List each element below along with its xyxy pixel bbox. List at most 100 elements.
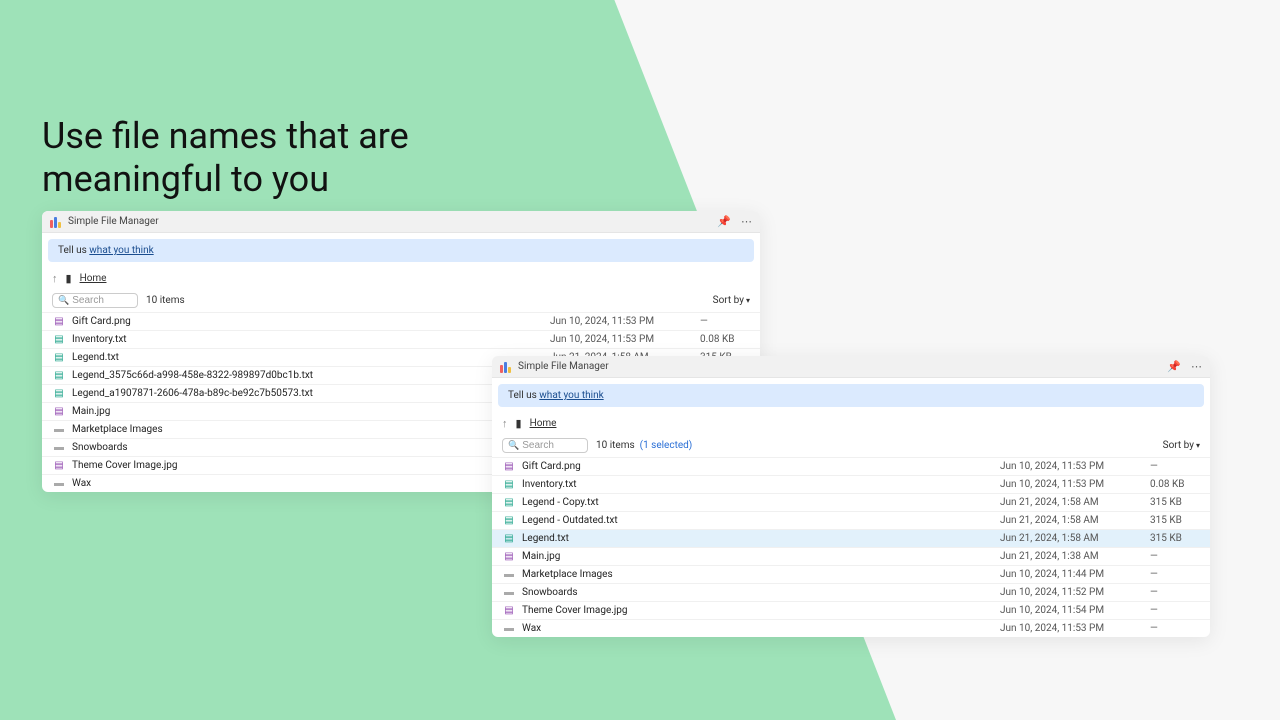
file-name: Marketplace Images <box>72 424 550 435</box>
file-type-icon: ▬ <box>52 424 66 435</box>
file-type-icon: ▤ <box>52 406 66 417</box>
file-name: Legend.txt <box>72 352 550 363</box>
file-type-icon: ▤ <box>52 388 66 399</box>
window-title: Simple File Manager <box>68 216 717 227</box>
file-date: Jun 10, 2024, 11:53 PM <box>550 316 700 327</box>
file-date: Jun 10, 2024, 11:53 PM <box>1000 479 1150 490</box>
file-name: Gift Card.png <box>522 461 1000 472</box>
file-name: Inventory.txt <box>522 479 1000 490</box>
file-type-icon: ▤ <box>502 497 516 508</box>
feedback-banner: Tell us what you think <box>48 239 754 262</box>
sort-by-dropdown[interactable]: Sort by▾ <box>713 295 750 306</box>
page-headline: Use file names that are meaningful to yo… <box>42 115 442 201</box>
breadcrumb-home[interactable]: Home <box>80 273 107 284</box>
search-input[interactable] <box>72 295 132 306</box>
sort-by-dropdown[interactable]: Sort by▾ <box>1163 440 1200 451</box>
file-date: Jun 10, 2024, 11:54 PM <box>1000 605 1150 616</box>
file-type-icon: ▬ <box>502 569 516 580</box>
folder-icon: ▮ <box>516 417 522 430</box>
feedback-prefix: Tell us <box>58 245 89 256</box>
more-icon[interactable]: ⋯ <box>1191 360 1202 373</box>
item-count: 10 items <box>146 295 185 306</box>
file-name: Legend - Outdated.txt <box>522 515 1000 526</box>
file-type-icon: ▤ <box>502 533 516 544</box>
item-count: 10 items (1 selected) <box>596 440 692 451</box>
pin-icon[interactable]: 📌 <box>1167 360 1181 373</box>
file-type-icon: ▤ <box>502 605 516 616</box>
breadcrumb-home[interactable]: Home <box>530 418 557 429</box>
file-type-icon: ▤ <box>502 551 516 562</box>
file-name: Legend_a1907871-2606-478a-b89c-be92c7b50… <box>72 388 550 399</box>
search-icon: 🔍 <box>508 441 519 451</box>
file-row[interactable]: ▤ Inventory.txtJun 10, 2024, 11:53 PM0.08… <box>492 475 1210 493</box>
file-list: ▤Gift Card.pngJun 10, 2024, 11:53 PM—▤In… <box>492 457 1210 637</box>
file-name: Main.jpg <box>72 406 550 417</box>
file-row[interactable]: ▤Gift Card.pngJun 10, 2024, 11:53 PM— <box>42 312 760 330</box>
search-box[interactable]: 🔍 <box>502 438 588 453</box>
window-titlebar: Simple File Manager 📌 ⋯ <box>42 211 760 233</box>
file-row[interactable]: ▬Marketplace ImagesJun 10, 2024, 11:44 P… <box>492 565 1210 583</box>
file-name: Snowboards <box>72 442 550 453</box>
file-date: Jun 21, 2024, 1:58 AM <box>1000 533 1150 544</box>
chevron-down-icon: ▾ <box>1196 441 1200 450</box>
file-row[interactable]: ▤Legend - Copy.txtJun 21, 2024, 1:58 AM3… <box>492 493 1210 511</box>
file-type-icon: ▤ <box>502 515 516 526</box>
file-row[interactable]: ▤Inventory.txtJun 10, 2024, 11:53 PM0.08… <box>42 330 760 348</box>
file-type-icon: ▬ <box>52 478 66 489</box>
file-size: — <box>1150 623 1200 634</box>
file-type-icon: ▤ <box>52 460 66 471</box>
file-name: Legend_3575c66d-a998-458e-8322-989897d0b… <box>72 370 550 381</box>
file-size: — <box>1150 587 1200 598</box>
file-size: 0.08 KB <box>1150 479 1200 490</box>
search-box[interactable]: 🔍 <box>52 293 138 308</box>
breadcrumb-bar: ↑ ▮ Home <box>492 413 1210 434</box>
search-icon: 🔍 <box>58 296 69 306</box>
file-date: Jun 21, 2024, 1:38 AM <box>1000 551 1150 562</box>
more-icon[interactable]: ⋯ <box>741 215 752 228</box>
file-type-icon: ▬ <box>502 587 516 598</box>
file-size: — <box>1150 569 1200 580</box>
breadcrumb-bar: ↑ ▮ Home <box>42 268 760 289</box>
file-date: Jun 21, 2024, 1:58 AM <box>1000 497 1150 508</box>
folder-icon: ▮ <box>66 272 72 285</box>
file-type-icon: ▤ <box>52 352 66 363</box>
file-manager-panel-after: Simple File Manager 📌 ⋯ Tell us what you… <box>492 356 1210 637</box>
file-type-icon: ▤ <box>502 479 516 490</box>
up-arrow-icon[interactable]: ↑ <box>502 417 508 430</box>
feedback-banner: Tell us what you think <box>498 384 1204 407</box>
search-input[interactable] <box>522 440 582 451</box>
feedback-link[interactable]: what you think <box>89 245 153 256</box>
pin-icon[interactable]: 📌 <box>717 215 731 228</box>
feedback-prefix: Tell us <box>508 390 539 401</box>
file-name: Wax <box>522 623 1000 634</box>
file-date: Jun 21, 2024, 1:58 AM <box>1000 515 1150 526</box>
file-size: — <box>1150 605 1200 616</box>
file-row[interactable]: ▤Main.jpgJun 21, 2024, 1:38 AM— <box>492 547 1210 565</box>
file-date: Jun 10, 2024, 11:52 PM <box>1000 587 1150 598</box>
app-logo-icon <box>50 216 62 228</box>
file-date: Jun 10, 2024, 11:53 PM <box>1000 623 1150 634</box>
app-logo-icon <box>500 361 512 373</box>
file-size: 315 KB <box>1150 497 1200 508</box>
file-type-icon: ▬ <box>502 623 516 634</box>
file-row[interactable]: ▬ WaxJun 10, 2024, 11:53 PM— <box>492 619 1210 637</box>
file-row[interactable]: ▤Theme Cover Image.jpgJun 10, 2024, 11:5… <box>492 601 1210 619</box>
file-row[interactable]: ▤Gift Card.pngJun 10, 2024, 11:53 PM— <box>492 457 1210 475</box>
file-type-icon: ▤ <box>52 316 66 327</box>
feedback-link[interactable]: what you think <box>539 390 603 401</box>
file-size: 315 KB <box>1150 515 1200 526</box>
file-type-icon: ▬ <box>52 442 66 453</box>
search-row: 🔍 10 items (1 selected) Sort by▾ <box>492 434 1210 457</box>
file-row[interactable]: ▤Legend.txtJun 21, 2024, 1:58 AM315 KB <box>492 529 1210 547</box>
file-name: Inventory.txt <box>72 334 550 345</box>
file-date: Jun 10, 2024, 11:53 PM <box>1000 461 1150 472</box>
file-name: Snowboards <box>522 587 1000 598</box>
file-row[interactable]: ▤ Legend - Outdated.txtJun 21, 2024, 1:58… <box>492 511 1210 529</box>
file-type-icon: ▤ <box>52 334 66 345</box>
file-size: — <box>1150 551 1200 562</box>
file-type-icon: ▤ <box>52 370 66 381</box>
search-row: 🔍 10 items Sort by▾ <box>42 289 760 312</box>
file-name: Gift Card.png <box>72 316 550 327</box>
up-arrow-icon[interactable]: ↑ <box>52 272 58 285</box>
file-row[interactable]: ▬ SnowboardsJun 10, 2024, 11:52 PM— <box>492 583 1210 601</box>
